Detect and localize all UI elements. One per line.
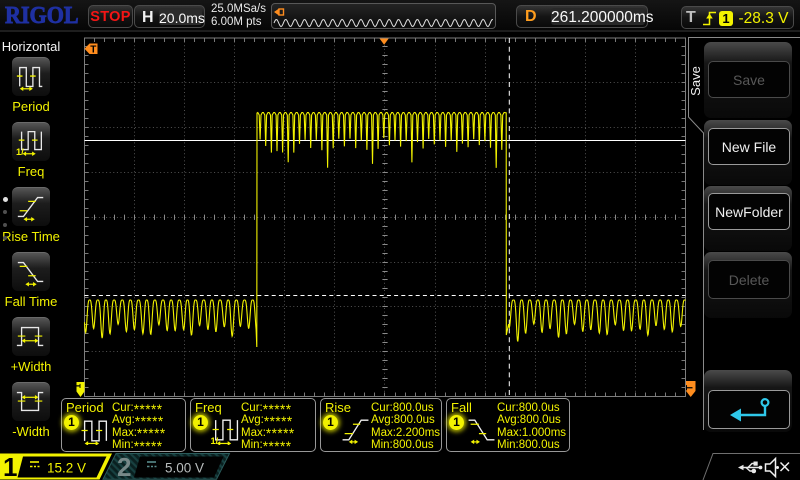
svg-text:15.2 V: 15.2 V <box>47 461 86 476</box>
svg-text:1/: 1/ <box>16 146 24 157</box>
svg-text:2: 2 <box>117 452 131 480</box>
svg-text:1: 1 <box>73 384 83 389</box>
svg-text:1: 1 <box>3 452 17 480</box>
svg-text:5.00 V: 5.00 V <box>165 461 204 476</box>
svg-text:T: T <box>90 45 96 56</box>
